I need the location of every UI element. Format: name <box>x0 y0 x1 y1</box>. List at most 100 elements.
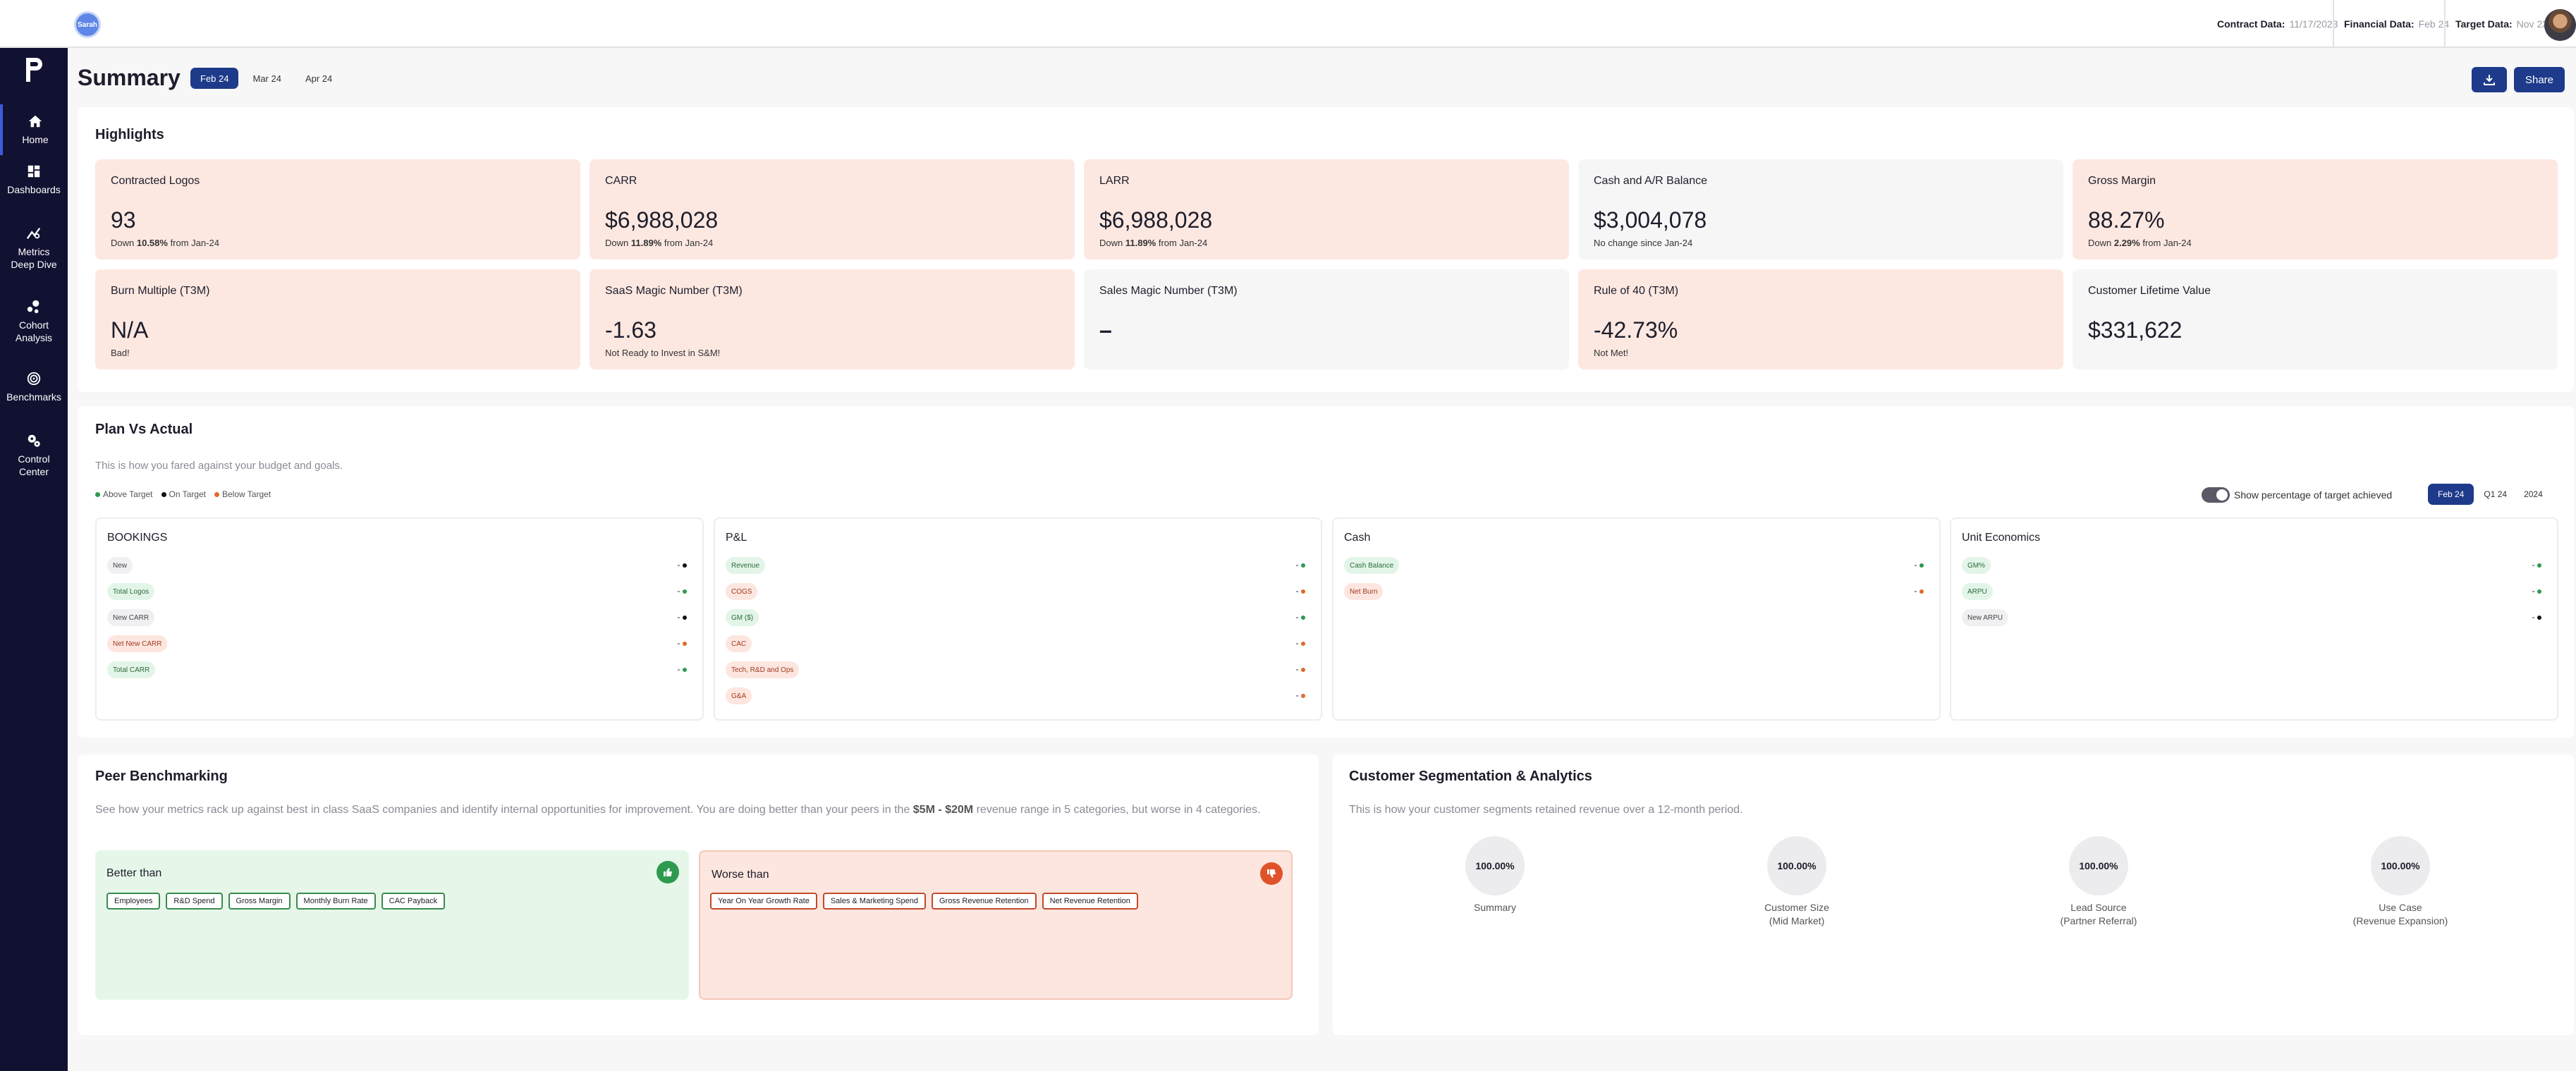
pva-metric-row[interactable]: Net New CARR <box>107 635 692 654</box>
pva-metric-row[interactable]: New ARPU <box>1962 609 2547 628</box>
pva-metric-row[interactable]: Net Burn <box>1344 583 1929 601</box>
card-status: Not Met! <box>1594 348 1629 358</box>
pva-metric-row[interactable]: ARPU <box>1962 583 2547 601</box>
user-avatar[interactable] <box>2544 9 2576 41</box>
sidebar-item-benchmarks[interactable]: Benchmarks <box>0 371 68 403</box>
pva-metric-row[interactable]: Tech, R&D and Ops <box>726 661 1311 680</box>
worse-tag[interactable]: Net Revenue Retention <box>1042 893 1138 910</box>
card-value: $3,004,078 <box>1594 207 1707 233</box>
sidebar-item-label: Home <box>22 134 49 145</box>
show-percentage-toggle[interactable] <box>2202 487 2230 503</box>
app-logo-icon[interactable] <box>23 55 44 85</box>
pva-period-tab[interactable]: Feb 24 <box>2428 484 2474 505</box>
highlight-card-burn-multiple[interactable]: Burn Multiple (T3M) N/A Bad! <box>95 269 580 369</box>
pva-status-indicator <box>1296 668 1305 672</box>
change-text: Down <box>605 238 631 248</box>
card-value: $6,988,028 <box>1099 207 1213 233</box>
segment-customer-size[interactable]: 100.00% Customer Size (Mid Market) <box>1719 836 1874 928</box>
pva-metric-chip[interactable]: Net New CARR <box>107 635 168 652</box>
highlight-card-sales-magic-number[interactable]: Sales Magic Number (T3M) – <box>1084 269 1569 369</box>
change-text: No change since Jan-24 <box>1594 238 1693 248</box>
sidebar-item-cohort-analysis[interactable]: Cohort Analysis <box>0 299 68 344</box>
pva-metric-row[interactable]: COGS <box>726 583 1311 601</box>
pva-period-tab[interactable]: Q1 24 <box>2477 484 2514 505</box>
better-tag[interactable]: CAC Payback <box>381 893 446 910</box>
pva-metric-chip[interactable]: GM ($) <box>726 609 759 626</box>
better-tag[interactable]: Employees <box>106 893 161 910</box>
legend-dot <box>95 492 100 498</box>
status-dot <box>683 616 687 620</box>
pva-metric-chip[interactable]: CAC <box>726 635 752 652</box>
pva-metric-chip[interactable]: Cash Balance <box>1344 557 1400 574</box>
better-tag[interactable]: Monthly Burn Rate <box>295 893 376 910</box>
better-tag[interactable]: R&D Spend <box>166 893 223 910</box>
pva-metric-chip[interactable]: New CARR <box>107 609 155 626</box>
pva-metric-row[interactable]: Revenue <box>726 557 1311 575</box>
highlight-card-contracted-logos[interactable]: Contracted Logos 93 Down 10.58% from Jan… <box>95 159 580 259</box>
period-tab[interactable]: Feb 24 <box>190 68 239 89</box>
period-tab[interactable]: Apr 24 <box>295 68 342 89</box>
segment-use-case[interactable]: 100.00% Use Case (Revenue Expansion) <box>2323 836 2478 928</box>
pva-metric-row[interactable]: Cash Balance <box>1344 557 1929 575</box>
worse-tag[interactable]: Year On Year Growth Rate <box>710 893 817 910</box>
card-value: $6,988,028 <box>605 207 719 233</box>
highlight-card-cash-ar-balance[interactable]: Cash and A/R Balance $3,004,078 No chang… <box>1578 159 2063 259</box>
highlight-card-larr[interactable]: LARR $6,988,028 Down 11.89% from Jan-24 <box>1084 159 1569 259</box>
pva-card-title: Cash <box>1344 532 1371 544</box>
download-button[interactable] <box>2472 67 2507 92</box>
pva-metric-chip[interactable]: ARPU <box>1962 583 1993 600</box>
sidebar-item-metrics-deep-dive[interactable]: Metrics Deep Dive <box>0 226 68 271</box>
highlight-card-saas-magic-number[interactable]: SaaS Magic Number (T3M) -1.63 Not Ready … <box>590 269 1075 369</box>
card-value: -1.63 <box>605 317 657 343</box>
pva-metric-chip[interactable]: Total Logos <box>107 583 155 600</box>
segment-summary[interactable]: 100.00% Summary <box>1417 836 1573 914</box>
card-value: N/A <box>111 317 149 343</box>
pva-metric-chip[interactable]: G&A <box>726 687 752 704</box>
highlight-card-rule-of-40[interactable]: Rule of 40 (T3M) -42.73% Not Met! <box>1578 269 2063 369</box>
legend-label: Below Target <box>221 489 271 499</box>
sidebar-item-dashboards[interactable]: Dashboards <box>0 164 68 196</box>
pva-metric-chip[interactable]: New ARPU <box>1962 609 2009 626</box>
pva-status-indicator <box>678 642 687 646</box>
segment-value: (Revenue Expansion) <box>2352 915 2448 926</box>
better-than-title: Better than <box>106 867 162 879</box>
worse-tag[interactable]: Gross Revenue Retention <box>931 893 1037 910</box>
highlight-card-gross-margin[interactable]: Gross Margin 88.27% Down 2.29% from Jan-… <box>2073 159 2558 259</box>
company-logo[interactable]: Sarah <box>74 11 101 38</box>
sidebar-item-home[interactable]: Home <box>0 104 68 155</box>
highlight-card-carr[interactable]: CARR $6,988,028 Down 11.89% from Jan-24 <box>590 159 1075 259</box>
pva-metric-row[interactable]: Total Logos <box>107 583 692 601</box>
period-tab[interactable]: Mar 24 <box>243 68 291 89</box>
pva-metric-chip[interactable]: Revenue <box>726 557 766 574</box>
status-dash <box>2532 565 2534 566</box>
segment-value: (Mid Market) <box>1769 915 1825 926</box>
pva-metric-chip[interactable]: COGS <box>726 583 758 600</box>
grid-icon <box>28 165 40 178</box>
pva-metric-chip[interactable]: Tech, R&D and Ops <box>726 661 800 678</box>
pva-metric-row[interactable]: New <box>107 557 692 575</box>
pva-status-indicator <box>1915 589 1924 594</box>
better-tag[interactable]: Gross Margin <box>228 893 291 910</box>
pva-metric-row[interactable]: GM ($) <box>726 609 1311 628</box>
share-button[interactable]: Share <box>2514 67 2565 92</box>
pva-metric-chip[interactable]: Total CARR <box>107 661 156 678</box>
worse-tag[interactable]: Sales & Marketing Spend <box>822 893 926 910</box>
pva-metric-chip[interactable]: New <box>107 557 133 574</box>
pva-metric-chip[interactable]: GM% <box>1962 557 1991 574</box>
thumbs-up-icon <box>657 861 679 883</box>
card-change: No change since Jan-24 <box>1594 238 2048 248</box>
pva-metric-row[interactable]: GM% <box>1962 557 2547 575</box>
pva-metric-chip[interactable]: Net Burn <box>1344 583 1384 600</box>
financial-data-label: Financial Data: <box>2344 18 2415 30</box>
worse-than-box: Worse than Year On Year Growth Rate Sale… <box>699 850 1293 1000</box>
pva-metric-row[interactable]: Total CARR <box>107 661 692 680</box>
pva-metric-row[interactable]: New CARR <box>107 609 692 628</box>
sidebar-item-control-center[interactable]: Control Center <box>0 433 68 478</box>
highlight-card-customer-lifetime-value[interactable]: Customer Lifetime Value $331,622 <box>2073 269 2558 369</box>
card-title: Rule of 40 (T3M) <box>1594 285 1679 297</box>
pva-period-tab[interactable]: 2024 <box>2517 484 2550 505</box>
segment-lead-source[interactable]: 100.00% Lead Source (Partner Referral) <box>2021 836 2176 928</box>
card-title: LARR <box>1099 175 1130 187</box>
pva-metric-row[interactable]: CAC <box>726 635 1311 654</box>
pva-metric-row[interactable]: G&A <box>726 687 1311 706</box>
